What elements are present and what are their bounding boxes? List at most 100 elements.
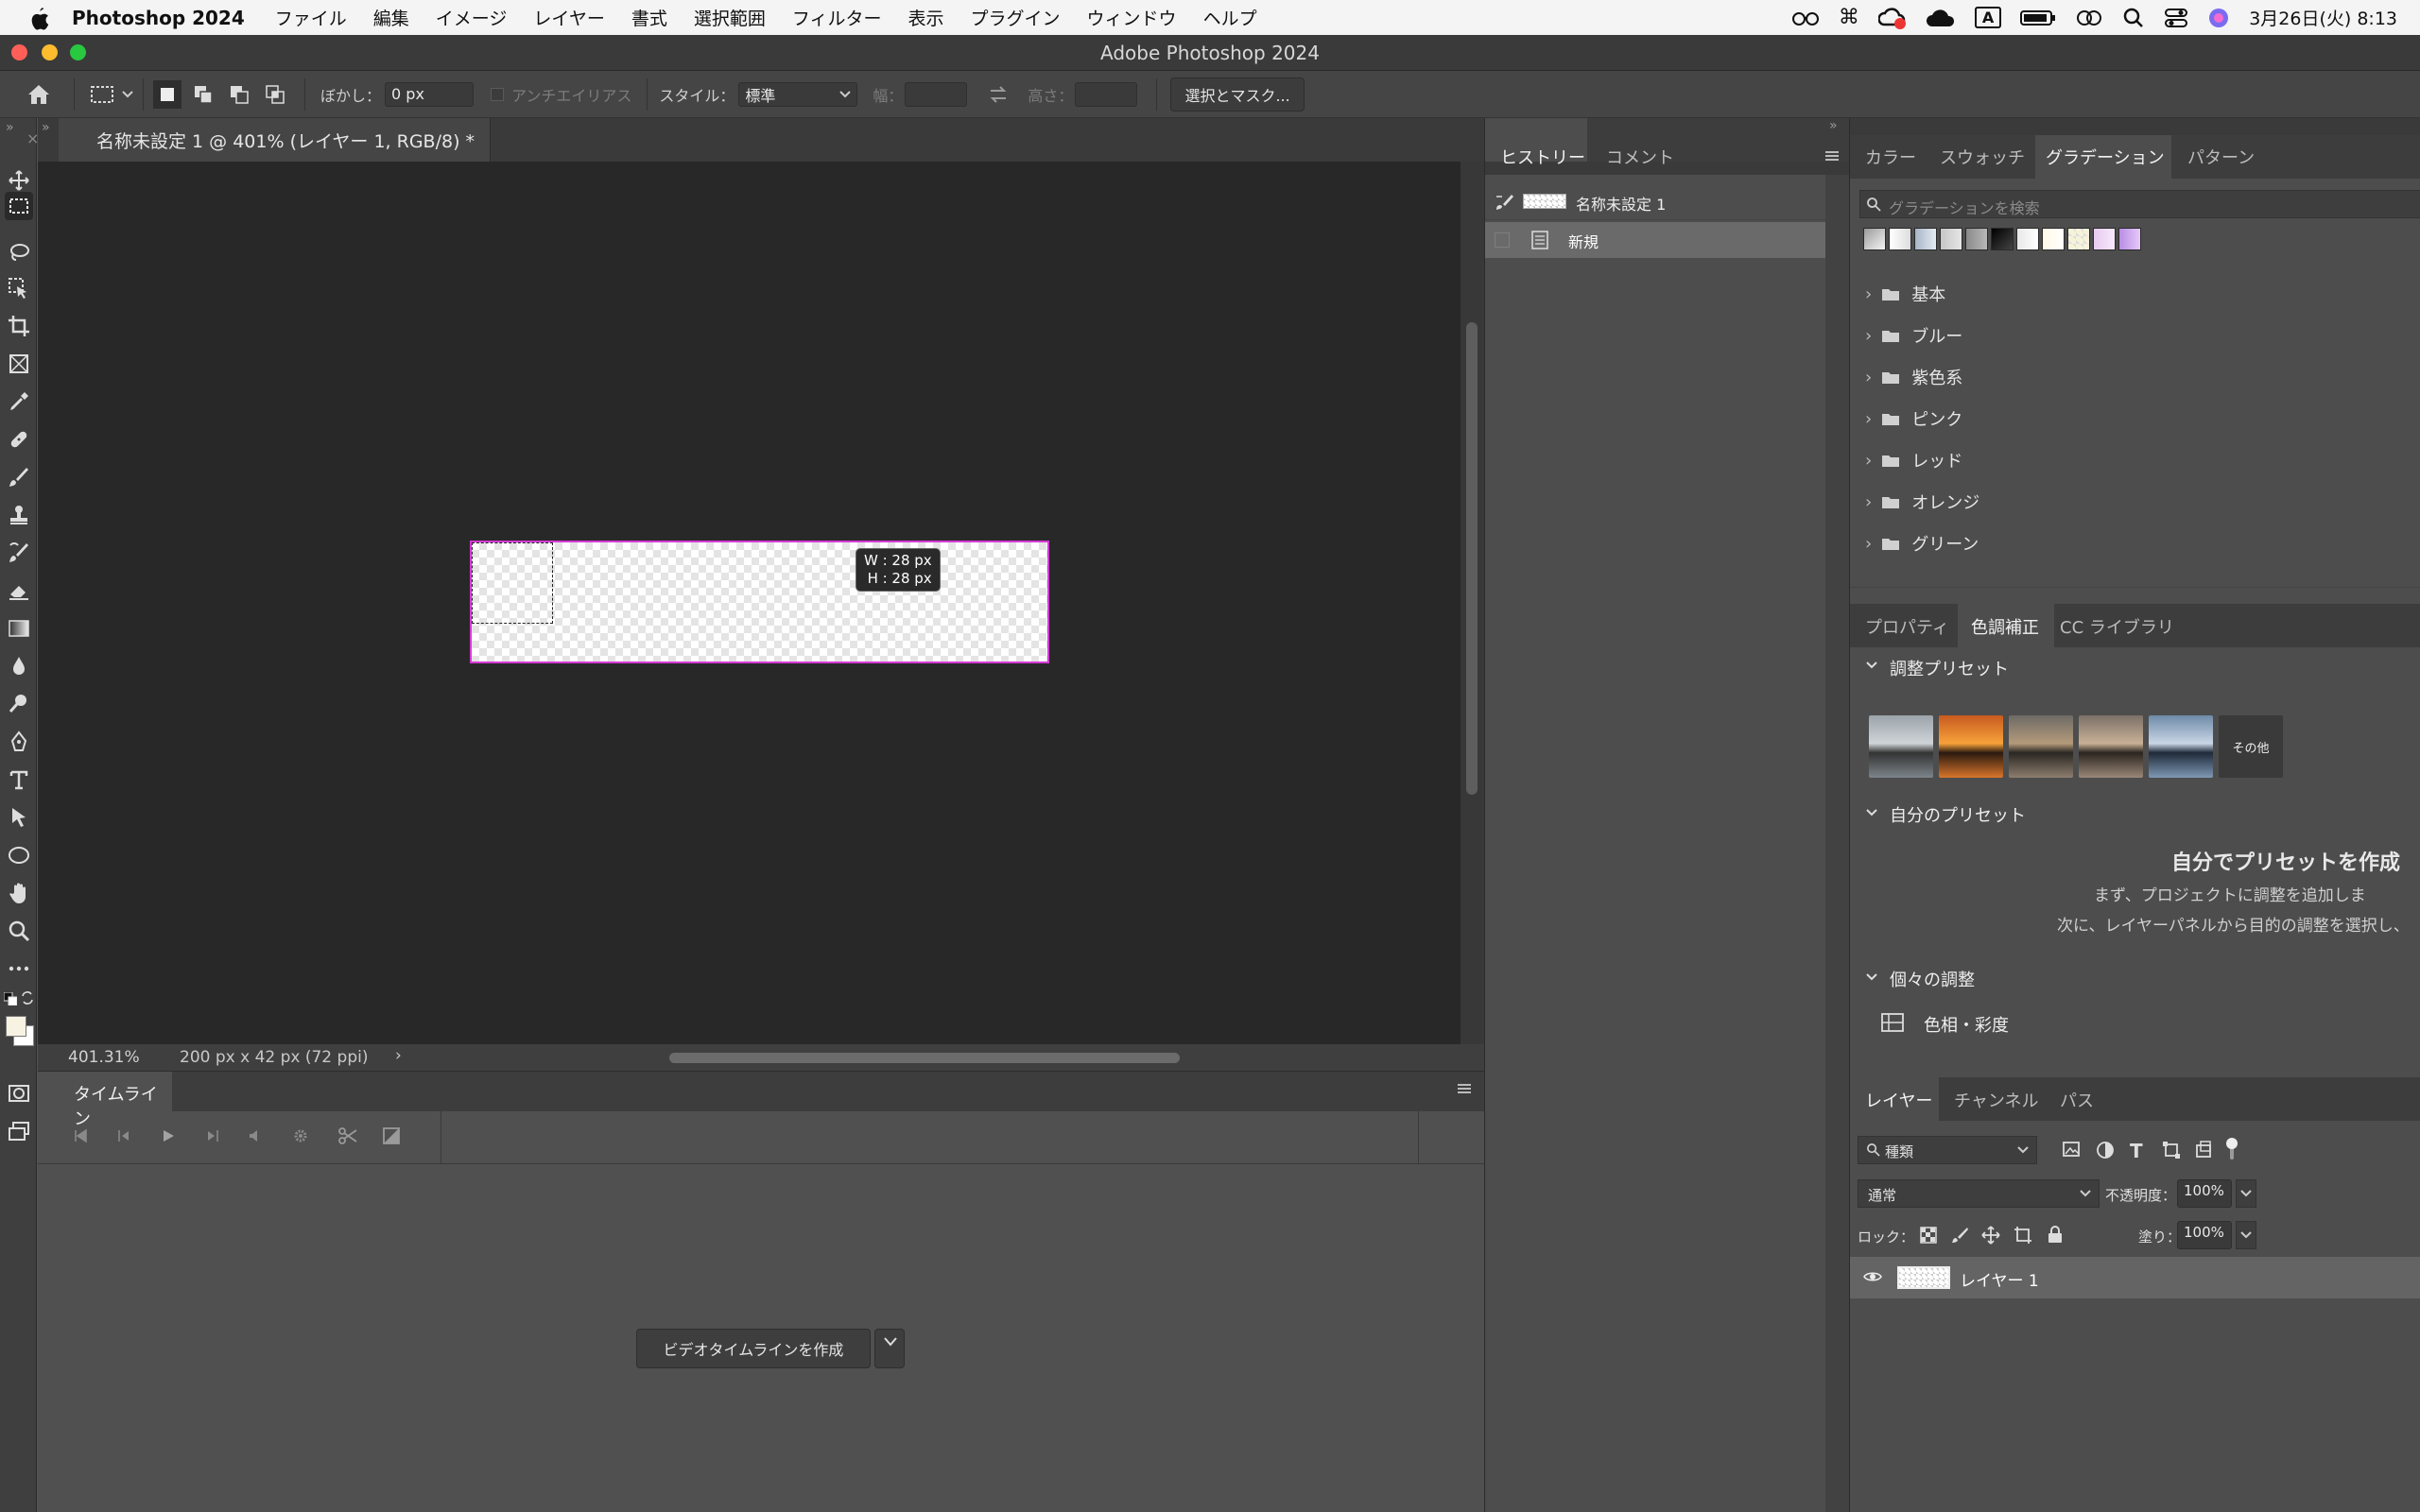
adjustment-presets-header[interactable]: 調整プリセット [1890,656,2009,680]
audio-mute-icon[interactable] [248,1128,263,1143]
document-canvas[interactable]: W : 28 px H : 28 px [470,541,1049,663]
fill-input[interactable]: 100% [2177,1221,2232,1249]
history-panel-menu-icon[interactable] [1824,148,1841,163]
menu-layer[interactable]: レイヤー [533,5,604,30]
glasses-icon[interactable] [1791,9,1820,27]
gradient-folder[interactable]: › レッド [1850,441,1962,479]
gradient-swatch-5[interactable] [1965,228,1988,250]
first-frame-icon[interactable] [73,1128,88,1143]
history-state-new[interactable]: 新規 [1485,222,1825,258]
gradient-swatch-3[interactable] [1914,228,1937,250]
control-center-icon[interactable] [2164,7,2188,29]
menu-filter[interactable]: フィルター [792,5,882,30]
split-at-playhead-icon[interactable] [337,1126,358,1145]
apple-icon[interactable] [23,1,57,35]
hand-tool-icon[interactable] [8,882,30,904]
history-state-checkbox[interactable] [1495,232,1510,248]
gradient-folder[interactable]: › グリーン [1850,524,1979,562]
close-document-icon[interactable]: × [26,129,39,147]
tab-paths[interactable]: パス [2060,1088,2094,1112]
feather-input[interactable]: 0 px [385,81,475,107]
default-colors-icon[interactable] [4,992,17,1005]
opacity-slider-toggle[interactable] [2236,1179,2256,1208]
menu-edit[interactable]: 編集 [373,5,409,30]
document-tab[interactable]: × 名称未設定 1 @ 401% (レイヤー 1, RGB/8) * [26,118,492,162]
zoom-tool-icon[interactable] [8,919,30,942]
path-selection-tool-icon[interactable] [8,806,30,829]
tab-swatches[interactable]: スウォッチ [1940,145,2025,169]
gradient-tool-icon[interactable] [8,617,30,640]
add-to-selection-icon[interactable] [193,84,214,105]
gradient-swatch-10[interactable] [2093,228,2116,250]
collapse-panel-icon[interactable]: » [42,120,50,135]
eraser-tool-icon[interactable] [8,579,30,602]
filter-shape-layers-icon[interactable] [2162,1141,2181,1160]
chevron-down-icon[interactable] [1865,661,1878,670]
swap-colors-icon[interactable] [21,991,34,1005]
adjustment-hue-saturation[interactable]: 色相・彩度 [1850,1001,2420,1042]
siri-icon[interactable] [2207,7,2230,29]
screen-mirroring-icon[interactable] [2075,7,2103,29]
layer-filter-select[interactable]: 種類 [1858,1136,2037,1164]
expand-panels-icon[interactable]: » [1829,118,1838,133]
gradient-swatch-2[interactable] [1889,228,1911,250]
input-mode-indicator[interactable]: A [1974,7,2002,28]
filter-smart-objects-icon[interactable] [2194,1140,2213,1159]
filter-type-layers-icon[interactable]: T [2130,1140,2143,1162]
history-snapshot[interactable]: 名称未設定 1 [1485,184,1825,220]
gradient-swatch-7[interactable] [2016,228,2039,250]
preset-thumbnail-faded[interactable] [2079,715,2143,778]
zoom-level[interactable]: 401.31% [68,1048,140,1067]
brush-tool-icon[interactable] [8,466,30,489]
menu-file[interactable]: ファイル [275,5,347,30]
gradient-folder[interactable]: › 紫色系 [1850,358,1962,396]
lock-transparent-pixels-icon[interactable] [1920,1227,1937,1244]
timeline-panel-menu-icon[interactable] [1456,1081,1473,1096]
menu-help[interactable]: ヘルプ [1203,5,1257,30]
create-video-timeline-button[interactable]: ビデオタイムラインを作成 [636,1329,871,1368]
vertical-scroll-thumb[interactable] [1466,322,1478,795]
width-input[interactable] [905,81,968,107]
chevron-down-icon[interactable] [1865,808,1878,817]
menubar-clock[interactable]: 3月26日(火) 8:13 [2249,5,2397,30]
eyedropper-tool-icon[interactable] [8,390,30,413]
gradient-folder[interactable]: › オレンジ [1850,483,1979,521]
new-selection-mode-icon[interactable] [153,79,182,109]
move-tool-icon[interactable] [8,169,30,192]
frame-tool-icon[interactable] [8,352,30,375]
tab-cc-libraries[interactable]: CC ライブラリ [2060,614,2174,639]
layer-visibility-eye-icon[interactable] [1863,1270,1882,1283]
vertical-scrollbar[interactable] [1461,162,1484,1044]
more-presets-button[interactable]: その他 [2219,715,2283,778]
home-icon[interactable] [26,83,51,106]
lock-artboard-icon[interactable] [2014,1226,2032,1245]
chevron-down-icon[interactable] [1865,972,1878,982]
app-menu-name[interactable]: Photoshop 2024 [72,7,245,29]
gradient-swatch-4[interactable] [1940,228,1962,250]
previous-frame-icon[interactable] [116,1128,131,1143]
menu-select[interactable]: 選択範囲 [694,5,766,30]
quick-mask-icon[interactable] [8,1082,30,1105]
dodge-tool-icon[interactable] [8,693,30,715]
play-icon[interactable] [161,1128,176,1143]
layer-name[interactable]: レイヤー 1 [1960,1267,2039,1291]
height-input[interactable] [1075,81,1138,107]
object-selection-tool-icon[interactable] [8,277,30,300]
gradient-folder[interactable]: › ピンク [1850,400,1962,438]
preset-thumbnail-cool[interactable] [2149,715,2213,778]
gradient-search-field[interactable]: グラデーションを検索 [1859,190,2420,218]
edit-toolbar-more-icon[interactable] [8,957,30,980]
battery-icon[interactable] [2020,9,2056,27]
command-icon[interactable]: ⌘ [1839,6,1859,29]
timeline-tab[interactable]: タイムライン [38,1072,172,1129]
tab-comments[interactable]: コメント [1606,145,1674,169]
transition-icon[interactable] [382,1126,401,1145]
history-brush-tool-icon[interactable] [8,541,30,564]
gradient-swatch-6[interactable] [1991,228,2014,250]
history-brush-source-icon[interactable] [1495,193,1515,212]
next-frame-icon[interactable] [205,1128,220,1143]
canvas-area[interactable]: W : 28 px H : 28 px [38,162,1461,1044]
filter-toggle-icon[interactable] [2225,1137,2238,1161]
crop-tool-icon[interactable] [8,315,30,337]
individual-adjustments-header[interactable]: 個々の調整 [1890,967,1975,991]
